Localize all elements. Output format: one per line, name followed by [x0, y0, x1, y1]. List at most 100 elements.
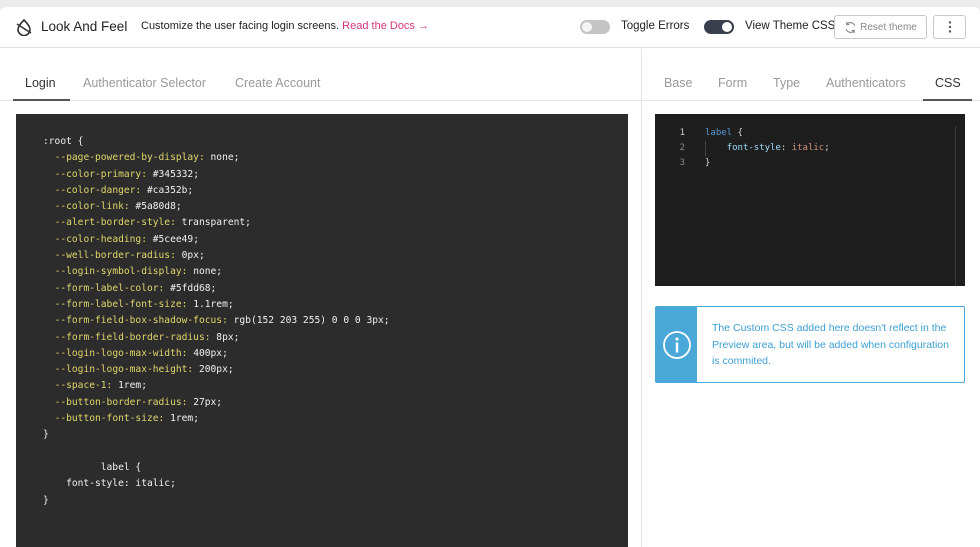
css-selector: label — [705, 128, 733, 138]
settings-panel: Base Form Type Authenticators CSS 1 2 3 … — [642, 49, 980, 547]
css-variable-value: 0px; — [175, 250, 205, 262]
css-variable-name: --color-heading: — [54, 233, 147, 245]
look-and-feel-app: Look And Feel Customize the user facing … — [0, 7, 980, 547]
code-line: --page-powered-by-display: none; — [43, 152, 240, 164]
theme-css-code: :root { --page-powered-by-display: none;… — [43, 134, 390, 509]
code-line: label { — [43, 461, 142, 473]
line-number: 3 — [679, 158, 685, 168]
css-property: font-style — [726, 143, 781, 153]
css-colon: : — [780, 143, 792, 153]
info-alert-sidebar — [656, 307, 697, 382]
css-variable-name: --login-logo-max-height: — [54, 364, 194, 376]
css-variable-name: --color-primary: — [54, 168, 147, 180]
code-line: --form-field-box-shadow-focus: rgb(152 2… — [43, 315, 390, 326]
info-circle-icon — [662, 330, 691, 359]
editor-scrollbar[interactable] — [955, 126, 956, 286]
css-variable-name: --form-field-box-shadow-focus: — [54, 315, 228, 327]
code-line: font-style: italic; — [43, 478, 176, 490]
css-variable-value: 400px; — [187, 347, 228, 359]
kebab-menu-icon — [948, 21, 951, 33]
css-variable-value: 1rem; — [112, 380, 147, 392]
css-variable-value: #345332; — [146, 168, 199, 180]
view-theme-css-switch[interactable] — [704, 20, 734, 34]
css-variable-name: --button-font-size: — [54, 413, 165, 425]
code-line: --button-border-radius: 27px; — [43, 396, 223, 408]
tab-authenticators[interactable]: Authenticators — [826, 76, 906, 90]
toggle-knob — [582, 22, 592, 32]
code-line: :root { — [43, 136, 84, 147]
code-line: --form-label-font-size: 1.1rem; — [43, 299, 234, 310]
reset-theme-button[interactable]: Reset theme — [834, 15, 927, 39]
line-number: 1 — [679, 128, 685, 138]
app-title: Look And Feel — [41, 19, 128, 34]
code-line: --button-font-size: 1rem; — [43, 413, 199, 424]
css-variable-value: 1.1rem; — [187, 298, 234, 310]
code-line: --space-1: 1rem; — [43, 380, 147, 391]
tab-base[interactable]: Base — [664, 76, 693, 90]
css-variable-name: --well-border-radius: — [54, 250, 176, 262]
view-theme-css-label: View Theme CSS — [745, 20, 836, 32]
code-line: } — [43, 494, 49, 506]
reset-theme-label: Reset theme — [860, 21, 917, 33]
css-variable-value: none; — [204, 152, 240, 164]
tab-type[interactable]: Type — [773, 76, 800, 90]
tab-form[interactable]: Form — [718, 76, 747, 90]
code-line: --color-link: #5a80d8; — [43, 201, 182, 212]
code-line: } — [43, 429, 49, 441]
css-variable-value: 8px; — [210, 331, 240, 343]
tab-css[interactable]: CSS — [935, 76, 961, 90]
css-variable-name: --color-link: — [54, 201, 130, 213]
active-tab-indicator — [13, 99, 70, 101]
code-line: --color-heading: #5cee49; — [43, 234, 199, 245]
css-variable-name: --login-symbol-display: — [54, 266, 188, 278]
toggle-errors-switch[interactable] — [580, 20, 610, 34]
tab-create-account[interactable]: Create Account — [235, 76, 320, 90]
css-variable-value: #5fdd68; — [164, 282, 217, 294]
css-variable-value: 27px; — [187, 396, 223, 408]
css-variable-name: --space-1: — [54, 380, 113, 392]
line-number: 2 — [679, 143, 685, 153]
css-variable-name: --page-powered-by-display: — [54, 152, 205, 164]
tab-login[interactable]: Login — [25, 76, 56, 90]
refresh-icon — [845, 21, 856, 33]
css-semicolon: ; — [824, 143, 830, 153]
read-docs-link[interactable]: Read the Docs → — [342, 20, 429, 32]
css-brace: { — [732, 128, 743, 138]
css-variable-name: --form-label-font-size: — [54, 298, 188, 310]
css-variable-name: --alert-border-style: — [54, 217, 176, 229]
active-tab-indicator — [923, 99, 972, 101]
code-line: --color-danger: #ca352b; — [43, 184, 194, 196]
css-variable-name: --color-danger: — [54, 184, 142, 196]
preview-panel: Login Authenticator Selector Create Acco… — [0, 49, 642, 547]
header-bar: Look And Feel Customize the user facing … — [0, 7, 980, 48]
code-line: --color-primary: #345332; — [43, 169, 199, 180]
css-variable-name: --form-field-border-radius: — [54, 331, 211, 343]
css-variable-value: #5cee49; — [146, 233, 199, 245]
settings-tabs: Base Form Type Authenticators CSS — [642, 49, 980, 101]
more-options-button[interactable] — [933, 15, 966, 39]
toggle-knob — [722, 22, 732, 32]
css-brace: } — [705, 158, 711, 168]
css-variable-name: --button-border-radius: — [54, 396, 188, 408]
code-line: --login-logo-max-height: 200px; — [43, 364, 234, 375]
css-variable-name: --form-label-color: — [54, 282, 165, 294]
line-number-gutter: 1 2 3 — [655, 126, 685, 171]
info-alert: The Custom CSS added here doesn't reflec… — [655, 306, 965, 383]
description-text: Customize the user facing login screens. — [141, 20, 340, 32]
css-variable-value: #5a80d8; — [129, 201, 182, 213]
code-line: --alert-border-style: transparent; — [43, 217, 251, 228]
code-line: --form-field-border-radius: 8px; — [43, 331, 240, 343]
info-alert-text: The Custom CSS added here doesn't reflec… — [712, 322, 949, 367]
css-variable-value: rgb(152 203 255) 0 0 0 3px; — [227, 315, 390, 327]
custom-css-editor[interactable]: 1 2 3 label { font-style: italic; } — [655, 114, 965, 286]
code-line: --form-label-color: #5fdd68; — [43, 282, 217, 294]
editor-line: label { — [705, 126, 830, 141]
editor-line: font-style: italic; — [705, 141, 830, 156]
preview-tabs: Login Authenticator Selector Create Acco… — [0, 49, 641, 101]
editor-code: label { font-style: italic; } — [705, 126, 830, 171]
toggle-errors-label: Toggle Errors — [621, 20, 690, 32]
theme-css-viewer[interactable]: :root { --page-powered-by-display: none;… — [16, 114, 628, 547]
editor-line: } — [705, 156, 830, 171]
header-description: Customize the user facing login screens.… — [141, 20, 429, 32]
tab-authenticator-selector[interactable]: Authenticator Selector — [83, 76, 206, 90]
